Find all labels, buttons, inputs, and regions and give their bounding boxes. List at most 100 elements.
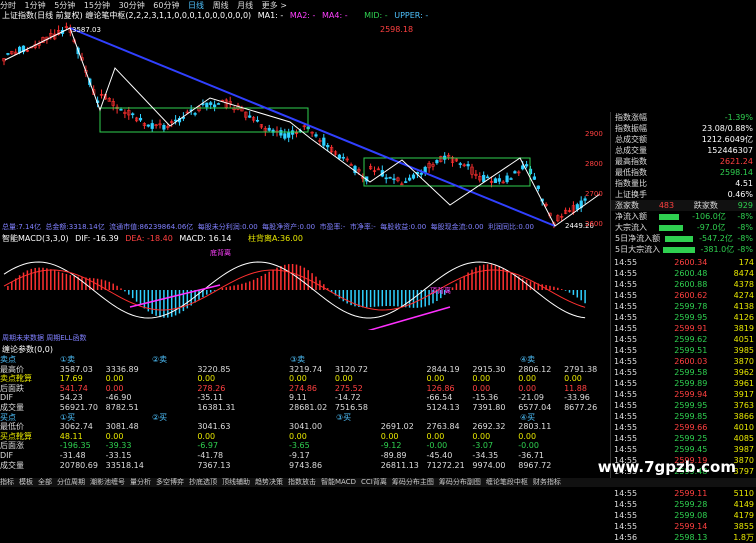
stats-cell	[244, 355, 290, 365]
stats-cell: 8677.26	[564, 403, 610, 413]
stats-cell: -36.71	[518, 451, 564, 461]
tick-row: 14:55 2600.48 8474	[611, 268, 756, 279]
stats-cell	[335, 422, 381, 432]
metric-label: 最高指数	[615, 156, 647, 167]
indicator-tab[interactable]: 分位周期	[57, 478, 85, 487]
stats-cell: 0.00	[518, 432, 564, 442]
indicator-tab[interactable]: 筹码分布主图	[392, 478, 434, 487]
tab-fenshi[interactable]: 分时	[0, 0, 16, 11]
candle-body	[408, 178, 411, 180]
macd-chart[interactable]: 底背离 顶背离	[0, 245, 610, 330]
stats-cell: ②卖	[152, 355, 198, 365]
stats-cell	[382, 355, 428, 365]
stats-cell	[244, 413, 290, 423]
stats-row: 最高价 3587.03 3336.89 3220.85 3219.74 3120.72 28…	[0, 365, 610, 375]
tick-volume: 3763	[707, 400, 754, 411]
stats-cell: -41.78	[197, 451, 243, 461]
indicator-tab[interactable]: 多空博弈	[156, 478, 184, 487]
metric-row: 指数振幅 23.08/0.88%	[611, 123, 756, 134]
stats-cell	[106, 355, 152, 365]
indicator-tab[interactable]: 指标	[0, 478, 14, 487]
stats-cell	[151, 432, 197, 442]
tick-price: 2599.85	[661, 411, 708, 422]
tick-row: 14:55 2599.45 3987	[611, 444, 756, 455]
tab-weekly[interactable]: 周线	[213, 0, 229, 11]
tick-volume: 4378	[707, 279, 754, 290]
candle-body	[248, 116, 251, 118]
indicator-tab[interactable]: 抄底选顶	[189, 478, 217, 487]
tick-time: 14:55	[614, 345, 661, 356]
flow-label: 5日净流入额	[615, 233, 660, 244]
stats-label: 成交量	[0, 403, 60, 413]
tick-volume: 3866	[707, 411, 754, 422]
stats-row: DIF -31.48 -33.15 -41.78 -9.17 -89.89 -45.40 -3…	[0, 451, 610, 461]
tick-row: 14:55 2599.25 4085	[611, 433, 756, 444]
tab-daily[interactable]: 日线	[188, 0, 204, 11]
tab-more[interactable]: 更多 >	[262, 0, 287, 11]
indicator-tab[interactable]: 财务指标	[533, 478, 561, 487]
candle-body	[525, 164, 528, 166]
stats-row: DIF 54.23 -46.90 -35.11 9.11 -14.72 -66.54 -15.…	[0, 393, 610, 403]
stats-cell	[151, 441, 197, 451]
tick-price: 2599.51	[661, 345, 708, 356]
candle-body	[151, 123, 154, 128]
stats-cell: 3220.85	[197, 365, 243, 375]
tick-list: 14:55 2600.34 174 14:55 2600.48 8474 14:55 2600…	[611, 257, 756, 543]
watermark: www.7gpzb.com	[598, 458, 736, 476]
stats-cell	[151, 403, 197, 413]
stats-cell: 0.00	[472, 374, 518, 384]
stats-cell: 0.00	[472, 384, 518, 394]
flow-row: 5日大宗流入 -381.0亿 -8%	[611, 244, 756, 255]
stats-cell: -3.65	[289, 441, 335, 451]
indicator-tab[interactable]: CCI背离	[361, 478, 387, 487]
stats-cell: -33.96	[564, 393, 610, 403]
tick-price: 2599.95	[661, 400, 708, 411]
stats-cell: -45.40	[427, 451, 473, 461]
stats-cell: 3041.00	[289, 422, 335, 432]
stats-cell	[564, 422, 610, 432]
indicator-tab[interactable]: 缠论笔段中枢	[486, 478, 528, 487]
candle-body	[131, 114, 134, 115]
candle-body	[467, 164, 470, 166]
tab-5min[interactable]: 5分钟	[54, 0, 75, 11]
flow-bar	[659, 214, 679, 220]
high-price-label: 3587.03	[72, 26, 101, 34]
stats-cell	[106, 413, 152, 423]
indicator-tab[interactable]: 智能MACD	[321, 478, 356, 487]
indicator-tab[interactable]: 趋势决策	[255, 478, 283, 487]
tab-1min[interactable]: 1分钟	[25, 0, 46, 11]
stats-cell	[151, 461, 197, 471]
tick-row: 14:55 2599.91 3819	[611, 323, 756, 334]
indicator-tab[interactable]: 潮影池缠号	[90, 478, 125, 487]
stats-label: DIF	[0, 451, 60, 461]
tick-time: 14:55	[614, 499, 661, 510]
macd-name: 智能MACD(3,3,0)	[2, 234, 69, 243]
tick-price: 2599.25	[661, 433, 708, 444]
tab-15min[interactable]: 15分钟	[84, 0, 110, 11]
tab-60min[interactable]: 60分钟	[153, 0, 179, 11]
candle-body	[326, 145, 329, 147]
stats-cell	[243, 422, 289, 432]
upper-label: UPPER: -	[394, 11, 428, 20]
tick-price: 2599.58	[661, 367, 708, 378]
indicator-tab[interactable]: 模板	[19, 478, 33, 487]
tick-row: 14:55 2599.85 3866	[611, 411, 756, 422]
tab-30min[interactable]: 30分钟	[119, 0, 145, 11]
metric-label: 总成交量	[615, 145, 647, 156]
tab-monthly[interactable]: 月线	[237, 0, 253, 11]
stats-cell: 9974.00	[472, 461, 518, 471]
indicator-tab[interactable]: 顶线辅助	[222, 478, 250, 487]
stats-cell: 0.00	[106, 374, 152, 384]
indicator-tab[interactable]: 量分析	[130, 478, 151, 487]
tick-price: 2599.89	[661, 378, 708, 389]
candle-body	[482, 175, 485, 182]
indicator-tab[interactable]: 筹码分布副图	[439, 478, 481, 487]
stats-cell	[335, 461, 381, 471]
candle-body	[537, 186, 540, 189]
tick-price: 2600.62	[661, 290, 708, 301]
tick-row: 14:55 2599.62 4051	[611, 334, 756, 345]
indicator-tab[interactable]: 指数放击	[288, 478, 316, 487]
indicator-tab[interactable]: 全部	[38, 478, 52, 487]
flow-value: -381.0亿	[700, 244, 734, 255]
flow-value: -547.2亿	[699, 233, 733, 244]
